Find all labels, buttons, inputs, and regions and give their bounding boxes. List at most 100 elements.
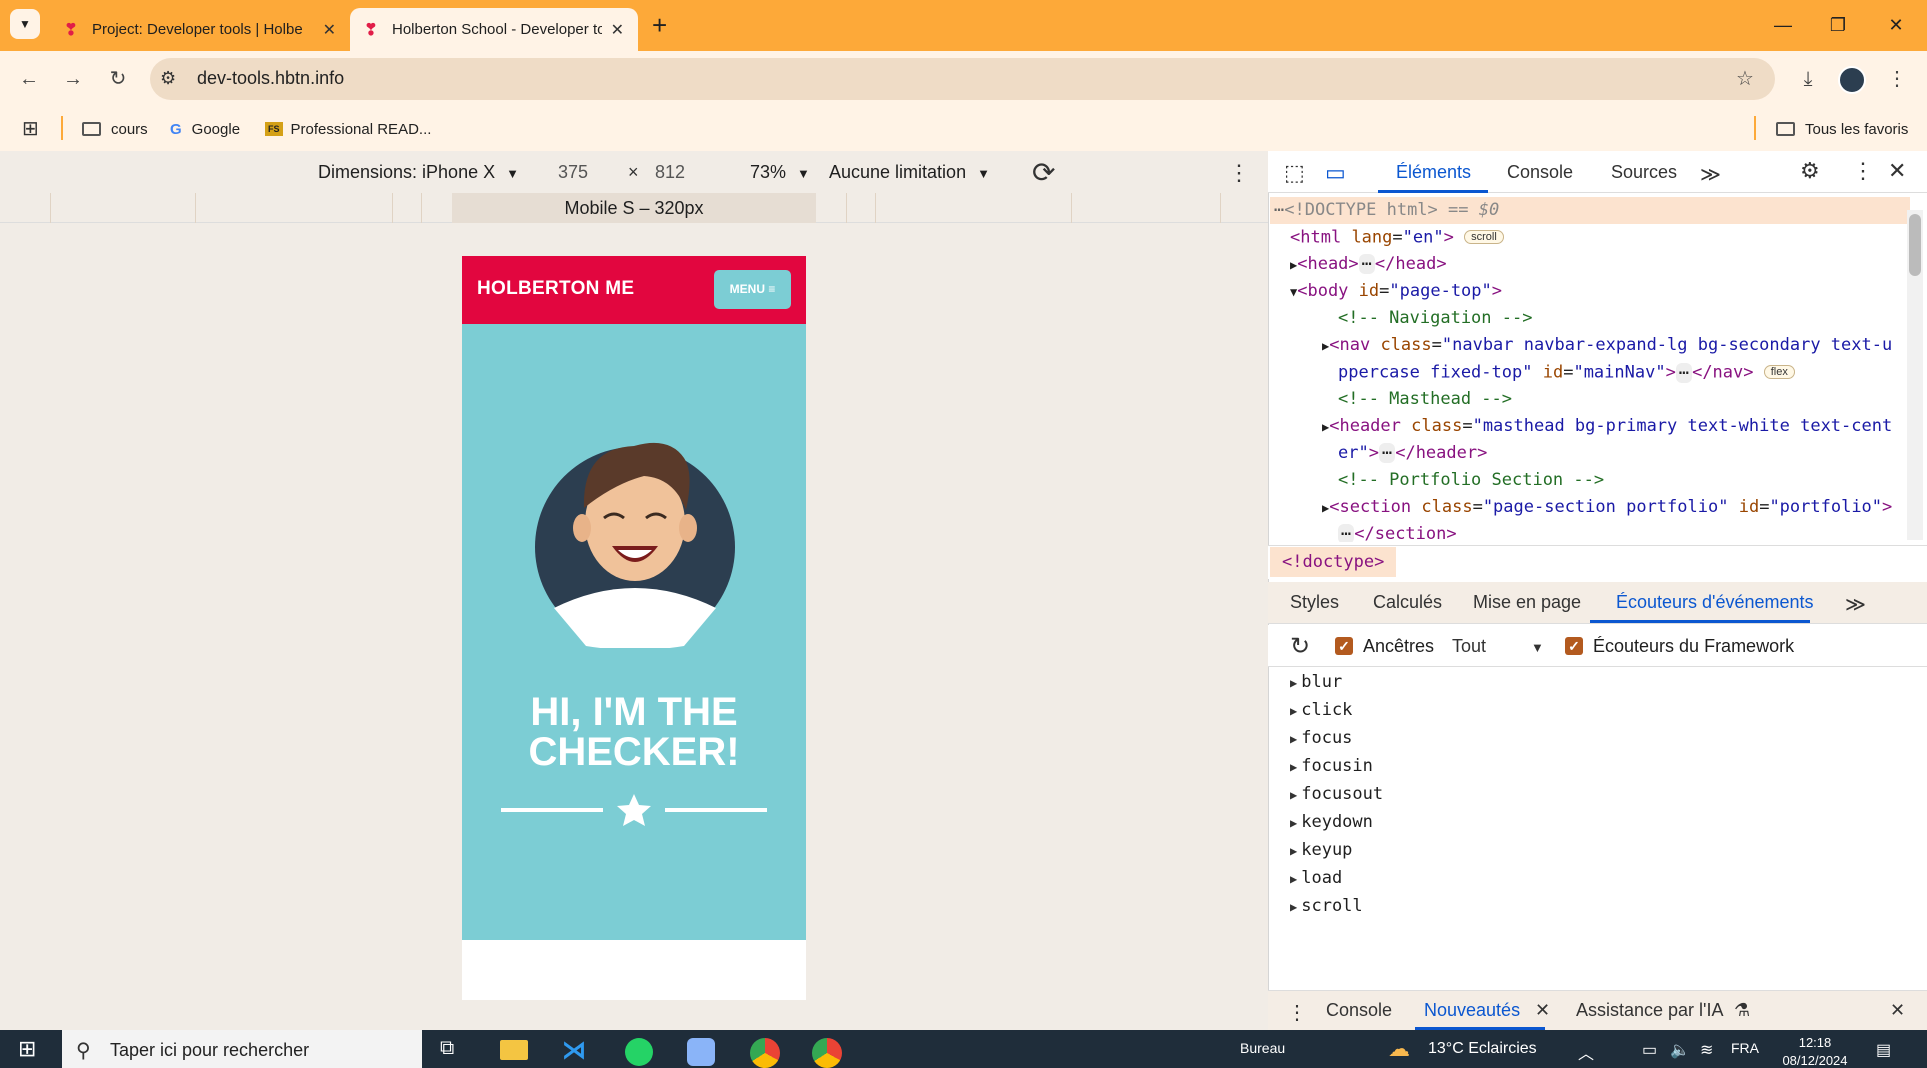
dom-scrollbar-thumb[interactable] (1909, 214, 1921, 276)
dom-line-body[interactable]: ▼<body id="page-top"> (1290, 278, 1502, 306)
page-brand[interactable]: HOLBERTON ME (477, 278, 634, 300)
scope-select[interactable]: Tout ▼ (1452, 636, 1544, 657)
dom-comment-masthead[interactable]: <!-- Masthead --> (1338, 386, 1512, 413)
tab-layout[interactable]: Mise en page (1473, 592, 1581, 613)
site-info-icon[interactable]: ⚙ (160, 68, 176, 89)
drawer-tab-whats-new[interactable]: Nouveautés (1424, 1000, 1520, 1021)
zoom-select[interactable]: 73% ▼ (750, 162, 810, 183)
ellipsis-badge[interactable]: ⋯ (1378, 443, 1396, 463)
drawer-tab-ai-assistance[interactable]: Assistance par l'IA (1576, 1000, 1724, 1021)
address-bar[interactable] (150, 58, 1775, 100)
tab-search-button[interactable]: ▼ (10, 9, 40, 39)
more-tabs-icon[interactable]: ≫ (1700, 162, 1721, 187)
back-icon[interactable]: ← (12, 62, 46, 96)
devtools-menu-icon[interactable]: ⋮ (1852, 158, 1874, 184)
device-more-icon[interactable]: ⋮ (1228, 160, 1250, 186)
more-subtabs-icon[interactable]: ≫ (1845, 592, 1866, 617)
event-item[interactable]: ▶ scroll (1290, 896, 1363, 916)
minimize-icon[interactable]: — (1763, 10, 1803, 40)
language-indicator[interactable]: FRA (1731, 1040, 1759, 1056)
ellipsis-badge[interactable]: ⋯ (1675, 362, 1693, 383)
devtools-settings-icon[interactable]: ⚙ (1800, 158, 1820, 184)
event-item[interactable]: ▶ focus (1290, 728, 1352, 748)
dom-line-section-cont[interactable]: ⋯ </section> (1338, 521, 1457, 542)
page-menu-button[interactable]: MENU ≡ (714, 270, 791, 309)
dom-comment-portfolio[interactable]: <!-- Portfolio Section --> (1338, 467, 1604, 494)
framework-listeners-checkbox[interactable]: ✓ (1565, 637, 1583, 655)
breadcrumb[interactable]: <!doctype> (1270, 547, 1397, 577)
drawer-tab-console[interactable]: Console (1326, 1000, 1392, 1021)
tab-styles[interactable]: Styles (1290, 592, 1339, 613)
ellipsis-badge[interactable]: ⋯ (1338, 524, 1355, 542)
close-tab-icon[interactable]: ✕ (323, 20, 336, 40)
close-drawer-icon[interactable]: ✕ (1890, 1000, 1905, 1021)
tab-sources[interactable]: Sources (1611, 162, 1677, 183)
throttling-select[interactable]: Aucune limitation ▼ (829, 162, 990, 183)
event-item[interactable]: ▶ blur (1290, 672, 1342, 692)
tab-event-listeners[interactable]: Écouteurs d'événements (1616, 592, 1814, 613)
dom-line-nav-cont[interactable]: ppercase fixed-top" id="mainNav"> ⋯ </nav>… (1338, 359, 1795, 387)
close-drawer-tab-icon[interactable]: ✕ (1535, 1000, 1550, 1021)
event-item[interactable]: ▶ load (1290, 868, 1342, 888)
close-tab-icon[interactable]: ✕ (611, 20, 624, 40)
event-item[interactable]: ▶ focusin (1290, 756, 1373, 776)
event-item[interactable]: ▶ focusout (1290, 784, 1383, 804)
tab-holberton-school[interactable]: ❣ Holberton School - Developer tools ✕ (350, 8, 638, 51)
restore-icon[interactable]: ❐ (1818, 10, 1858, 40)
wifi-icon[interactable]: ≋ (1700, 1040, 1713, 1060)
task-view-icon[interactable]: ⧉ (440, 1037, 454, 1060)
close-window-icon[interactable]: ✕ (1876, 10, 1916, 40)
tab-console[interactable]: Console (1507, 162, 1573, 183)
flex-badge[interactable]: flex (1763, 365, 1795, 379)
dom-line-doctype[interactable]: ⋯<!DOCTYPE html> == $0 (1270, 197, 1910, 224)
device-width-input[interactable]: 375 (558, 162, 588, 183)
device-toggle-icon[interactable]: ▭ (1325, 160, 1346, 186)
tab-computed[interactable]: Calculés (1373, 592, 1442, 613)
device-height-input[interactable]: 812 (655, 162, 685, 183)
ruler-segment[interactable] (875, 193, 876, 223)
rotate-icon[interactable]: ⟳ (1032, 156, 1055, 189)
url-text[interactable]: dev-tools.hbtn.info (197, 68, 344, 89)
notifications-icon[interactable]: ▤ (1876, 1040, 1891, 1060)
ruler-segment[interactable] (846, 193, 847, 223)
tab-elements[interactable]: Éléments (1396, 162, 1471, 183)
paint-icon[interactable] (687, 1038, 715, 1066)
inspect-element-icon[interactable]: ⬚ (1284, 160, 1305, 186)
dom-line-header[interactable]: ▶<header class="masthead bg-primary text… (1322, 413, 1892, 441)
download-icon[interactable]: ⤓ (1791, 62, 1825, 96)
all-bookmarks[interactable]: Tous les favoris (1776, 115, 1908, 143)
dom-line-nav[interactable]: ▶<nav class="navbar navbar-expand-lg bg-… (1322, 332, 1892, 360)
event-item[interactable]: ▶ keydown (1290, 812, 1373, 832)
desktop-label[interactable]: Bureau (1240, 1040, 1285, 1056)
drawer-menu-icon[interactable]: ⋮ (1287, 1000, 1307, 1025)
ruler-segment[interactable] (195, 193, 196, 223)
devtools-close-icon[interactable]: ✕ (1888, 158, 1906, 184)
bookmark-star-icon[interactable]: ☆ (1728, 62, 1762, 96)
ruler-segment[interactable] (1220, 193, 1221, 223)
volume-icon[interactable]: 🔈 (1670, 1040, 1690, 1060)
event-item[interactable]: ▶ click (1290, 700, 1352, 720)
bookmark-professional-read[interactable]: FS Professional READ... (265, 115, 431, 143)
ancestors-checkbox[interactable]: ✓ (1335, 637, 1353, 655)
chrome-icon[interactable] (750, 1038, 780, 1068)
dom-comment-navigation[interactable]: <!-- Navigation --> (1338, 305, 1532, 332)
scroll-badge[interactable]: scroll (1464, 230, 1504, 244)
ruler-segment[interactable] (50, 193, 51, 223)
bookmark-google[interactable]: G Google (170, 115, 240, 143)
dom-line-section[interactable]: ▶<section class="page-section portfolio"… (1322, 494, 1892, 522)
refresh-icon[interactable]: ↻ (1290, 632, 1310, 661)
windows-start-icon[interactable]: ⊞ (18, 1036, 36, 1062)
clock[interactable]: 12:18 08/12/2024 (1780, 1034, 1850, 1068)
ellipsis-badge[interactable]: ⋯ (1358, 254, 1375, 274)
ruler-segment[interactable] (421, 193, 422, 223)
vscode-icon[interactable]: ⋊ (562, 1036, 586, 1065)
device-dimensions-select[interactable]: Dimensions: iPhone X ▼ (318, 162, 519, 183)
file-explorer-icon[interactable] (500, 1040, 528, 1060)
chrome-menu-icon[interactable]: ⋮ (1880, 62, 1914, 96)
chrome-profile-icon[interactable] (812, 1038, 842, 1068)
dom-line-html[interactable]: <html lang="en"> scroll (1290, 224, 1504, 252)
bookmark-cours[interactable]: cours (82, 115, 148, 143)
whatsapp-icon[interactable] (625, 1038, 653, 1066)
dom-line-head[interactable]: ▶<head> ⋯ </head> (1290, 251, 1447, 279)
profile-avatar[interactable] (1838, 66, 1866, 94)
